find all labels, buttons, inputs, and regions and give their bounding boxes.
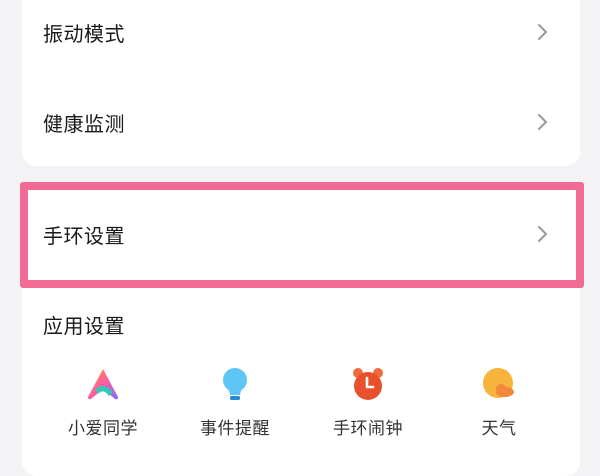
health-monitor-label: 健康监测 [43,111,125,136]
app-item-band-alarm[interactable]: 手环闹钟 [308,366,428,439]
app-item-event-reminder[interactable]: 事件提醒 [175,366,295,439]
app-label: 天气 [481,419,517,439]
vibration-mode-label: 振动模式 [43,21,125,46]
chevron-right-icon [538,114,547,130]
band-settings-label: 手环设置 [43,223,125,248]
chevron-right-icon [538,226,547,242]
xiaoai-icon [88,369,118,400]
vibration-mode-row[interactable]: 振动模式 [22,0,580,72]
app-label: 手环闹钟 [333,419,403,439]
app-item-xiaoai[interactable]: 小爱同学 [43,366,163,439]
app-grid: 小爱同学 事件提醒 手环闹钟 天气 [22,366,580,446]
lightbulb-icon [223,368,247,400]
app-label: 小爱同学 [68,419,138,439]
app-settings-title: 应用设置 [43,314,125,338]
app-item-weather[interactable]: 天气 [439,366,559,439]
app-label: 事件提醒 [200,419,270,439]
weather-icon [483,368,514,398]
health-monitor-row[interactable]: 健康监测 [22,82,580,162]
alarm-clock-icon [353,368,383,400]
chevron-right-icon [538,24,547,40]
band-settings-row[interactable]: 手环设置 [22,194,580,274]
